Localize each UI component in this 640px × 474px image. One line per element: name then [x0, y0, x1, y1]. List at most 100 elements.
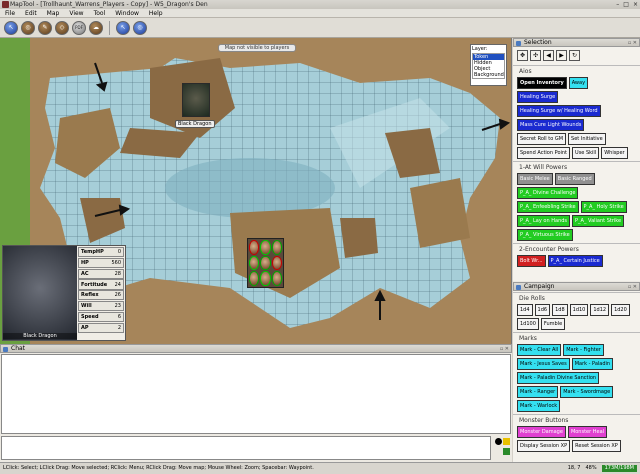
stat-row: Speed 6 [78, 311, 124, 323]
maximize-button[interactable]: □ [623, 1, 629, 8]
macro-button[interactable]: Healing Surge [517, 91, 559, 103]
stat-row: AC 28 [78, 268, 124, 279]
typing-icon[interactable] [503, 448, 510, 455]
hero-token[interactable] [271, 240, 282, 255]
menu-help[interactable]: Help [144, 10, 168, 17]
mark-button[interactable]: Mark - Swordmage [560, 386, 614, 398]
power-button[interactable]: P_A_ Virtuous Strike [517, 229, 573, 241]
macro-button[interactable]: Spend Action Point [517, 147, 571, 159]
maptool-window: MapTool - [Trollhaunt_Warrens_Players - … [0, 0, 640, 474]
hero-token[interactable] [271, 271, 282, 286]
pointer2-icon[interactable]: ↖ [116, 20, 130, 35]
stat-row: TempHP 0 [78, 247, 124, 258]
power-button[interactable]: Basic Melee [517, 173, 553, 185]
layer-selector[interactable]: Layer: Token Hidden Object Background [470, 44, 507, 86]
token-name: Aios [513, 65, 640, 76]
reset-xp-button[interactable]: Reset Session XP [572, 440, 621, 452]
power-button[interactable]: P_A_ Lay on Hands [517, 215, 571, 227]
hero-token[interactable] [249, 255, 260, 271]
hero-token[interactable] [260, 240, 271, 255]
hero-token[interactable] [271, 255, 282, 271]
globe2-icon[interactable]: ◎ [133, 20, 147, 35]
dragon-token[interactable] [182, 83, 210, 117]
menu-bar: File Edit Map View Tool Window Help [0, 9, 640, 18]
notify-icon[interactable] [503, 438, 510, 445]
minimize-button[interactable]: – [616, 1, 619, 8]
menu-tool[interactable]: Tool [89, 10, 111, 17]
power-button[interactable]: Bolt Wr... [517, 255, 546, 267]
mark-button[interactable]: Mark - Clear All [517, 344, 562, 356]
macro-button[interactable]: Secret Roll to GM [517, 133, 567, 145]
mark-button[interactable]: Mark - Jesus Saves [517, 358, 570, 370]
mark-button[interactable]: Mark - Paladin [571, 358, 614, 370]
power-button[interactable]: P_A_ Holy Strike [580, 201, 627, 213]
selection-header: Selection ▫ ✕ [513, 38, 640, 47]
hero-tokens[interactable] [247, 238, 284, 288]
hero-token[interactable] [249, 240, 260, 255]
template-icon[interactable]: ◇ [55, 20, 69, 35]
draw-icon[interactable]: ✎ [38, 20, 52, 35]
display-xp-button[interactable]: Display Session XP [517, 440, 571, 452]
power-button[interactable]: P_A_ Certain Justice [547, 255, 603, 267]
dice-button[interactable]: 1d20 [611, 304, 630, 316]
macro-button[interactable]: Healing Surge w/ Healing Word [517, 105, 601, 117]
macro-button[interactable]: Whisper [601, 147, 628, 159]
selection-panel: Selection ▫ ✕ ✥ ✣ ◀ ▶ ↻ Aios Open Invento… [513, 38, 640, 281]
title-bar: MapTool - [Trollhaunt_Warrens_Players - … [0, 0, 640, 9]
dice-button[interactable]: 1d100 [517, 318, 539, 330]
dice-button[interactable]: 1d4 [517, 304, 533, 316]
monster-damage-button[interactable]: Monster Damage [517, 426, 566, 438]
dice-button[interactable]: 1d12 [590, 304, 610, 316]
dice-button[interactable]: Fumble [540, 318, 566, 330]
mark-button[interactable]: Mark - Warlock [517, 400, 561, 412]
campaign-panel: Campaign ▫ ✕ Die Rolls 1d4 1d6 1d8 1d10 1… [513, 282, 640, 462]
menu-window[interactable]: Window [110, 10, 144, 17]
monster-heal-button[interactable]: Monster Heal [567, 426, 608, 438]
hero-token[interactable] [260, 255, 271, 271]
fog-icon[interactable]: ☁ [89, 20, 103, 35]
refresh-icon[interactable]: ↻ [569, 50, 580, 61]
chat-header: Chat ▫ ✕ [0, 344, 512, 353]
prev-icon[interactable]: ◀ [543, 50, 554, 61]
speech-icon[interactable] [495, 438, 502, 445]
chat-log [1, 354, 511, 434]
power-button[interactable]: P_A_ Valiant Strike [572, 215, 625, 227]
next-icon[interactable]: ▶ [556, 50, 567, 61]
dice-button[interactable]: 1d6 [534, 304, 551, 316]
globe-icon[interactable]: ◎ [21, 20, 35, 35]
layer-background[interactable]: Background [473, 72, 504, 78]
hero-token[interactable] [249, 271, 260, 286]
app-icon [2, 1, 9, 8]
select-all-icon[interactable]: ✥ [517, 50, 528, 61]
dice-button[interactable]: 1d10 [569, 304, 589, 316]
stat-row: Fortitude 24 [78, 279, 124, 290]
macro-button[interactable]: Use Skill [572, 147, 600, 159]
pdf-icon[interactable]: PDF [72, 20, 86, 35]
mark-button[interactable]: Mark - Ranger [517, 386, 559, 398]
power-button[interactable]: P_A_ Divine Challenge [517, 187, 579, 199]
open-inventory-button[interactable]: Open Inventory [517, 77, 567, 89]
menu-map[interactable]: Map [42, 10, 65, 17]
toolbar-separator [109, 20, 110, 35]
mark-button[interactable]: Mark - Paladin Divine Sanction [517, 372, 600, 384]
dragon-portrait: Black Dragon [3, 246, 77, 340]
close-button[interactable]: × [633, 1, 638, 8]
power-button[interactable]: Basic Ranged [554, 173, 595, 185]
menu-file[interactable]: File [0, 10, 20, 17]
dice-button[interactable]: 1d8 [552, 304, 568, 316]
encounter-group-title: 2-Encounter Powers [513, 243, 640, 254]
macro-button[interactable]: Set Initiative [568, 133, 606, 145]
macro-button[interactable]: Mass Cure Light Wounds [517, 119, 585, 131]
chat-input[interactable] [1, 436, 491, 460]
power-button[interactable]: P_A_ Enfeebling Strike [517, 201, 579, 213]
stat-row: Reflex 26 [78, 290, 124, 301]
atwill-group-title: 1-At Will Powers [513, 161, 640, 172]
away-button[interactable]: Away [568, 77, 589, 89]
mark-button[interactable]: Mark - Fighter [563, 344, 604, 356]
menu-edit[interactable]: Edit [20, 10, 42, 17]
layer-title: Layer: [472, 46, 488, 52]
hero-token[interactable] [260, 271, 271, 286]
menu-view[interactable]: View [64, 10, 88, 17]
pointer-icon[interactable]: ↖ [4, 20, 18, 35]
deselect-icon[interactable]: ✣ [530, 50, 541, 61]
